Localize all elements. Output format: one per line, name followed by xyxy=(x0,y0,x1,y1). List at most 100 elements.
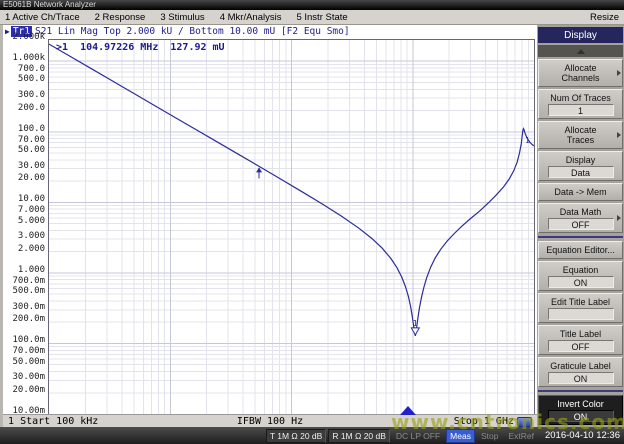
submenu-arrow-icon xyxy=(617,215,621,221)
softkey-invert-color[interactable]: Invert ColorON xyxy=(538,395,623,425)
softkey-allocate-traces[interactable]: AllocateTraces xyxy=(538,121,623,149)
resize-button[interactable]: Resize xyxy=(590,12,619,23)
softkey-label: Allocate xyxy=(564,125,596,135)
submenu-arrow-icon xyxy=(617,132,621,138)
softkey-label: Display xyxy=(566,155,596,165)
softkey-data-math[interactable]: Data MathOFF xyxy=(538,203,623,233)
status-t-1m-20-db: T 1M Ω 20 dB xyxy=(266,429,327,443)
softkey-label: Data -> Mem xyxy=(554,187,606,197)
trace-status-text: S21 Lin Mag Top 2.000 kU / Bottom 10.00 … xyxy=(35,26,350,37)
y-axis-tick-label: 200.0 xyxy=(3,104,45,113)
status-stop: Stop xyxy=(477,429,503,443)
softkey-data-mem[interactable]: Data -> Mem xyxy=(538,183,623,201)
softkey-value: OFF xyxy=(548,340,614,352)
softkey-label: Data Math xyxy=(560,207,602,217)
y-axis-tick-label: 10.00 xyxy=(3,195,45,204)
y-axis-tick-label: 30.00m xyxy=(3,373,45,382)
softkey-value: ON xyxy=(548,410,614,422)
softkey-label: Traces xyxy=(567,135,594,145)
softkey-value xyxy=(548,308,614,320)
plot-canvas: 11 xyxy=(49,40,534,414)
start-frequency: Start 100 kHz xyxy=(20,416,98,427)
window-title: E5061B Network Analyzer xyxy=(3,0,96,9)
softkey-value: ON xyxy=(548,276,614,288)
menu-items: 1 Active Ch/Trace 2 Response 3 Stimulus 4 M… xyxy=(5,12,348,23)
softkey-label: Graticule Label xyxy=(550,361,611,371)
y-axis-tick-label: 70.00m xyxy=(3,347,45,356)
softkey-value: Data xyxy=(548,166,614,178)
softkey-graticule-label[interactable]: Graticule LabelON xyxy=(538,357,623,387)
stimulus-bar: 1 Start 100 kHz IFBW 100 Hz Stop 1 GHz xyxy=(3,414,537,428)
softkey-sidebar: Display AllocateChannelsNum Of Traces1Al… xyxy=(537,25,624,428)
softkey-value: OFF xyxy=(548,218,614,230)
y-axis-tick-label: 200.0m xyxy=(3,315,45,324)
stop-frequency: Stop 1 GHz xyxy=(454,416,514,427)
status-r-1m-20-db: R 1M Ω 20 dB xyxy=(328,429,390,443)
y-axis-tick-label: 3.000 xyxy=(3,232,45,241)
network-analyzer-window: E5061B Network Analyzer 1 Active Ch/Trac… xyxy=(0,0,624,444)
plot-area[interactable]: 11 xyxy=(48,39,535,415)
menu-item[interactable]: 1 Active Ch/Trace xyxy=(5,12,80,23)
y-axis-tick-label: 5.000 xyxy=(3,217,45,226)
y-axis-tick-label: 500.0 xyxy=(3,75,45,84)
menu-item[interactable]: 2 Response xyxy=(95,12,146,23)
softkey-menu-title: Display xyxy=(538,27,623,43)
softkey-value: 1 xyxy=(548,104,614,116)
softkey-equation[interactable]: EquationON xyxy=(538,261,623,291)
graph-pane: ▶Tr1S21 Lin Mag Top 2.000 kU / Bottom 10… xyxy=(3,25,537,428)
softkey-edit-title-label[interactable]: Edit Title Label xyxy=(538,293,623,323)
softkey-num-of-traces[interactable]: Num Of Traces1 xyxy=(538,89,623,119)
softkey-buttons: AllocateChannelsNum Of Traces1AllocateTr… xyxy=(538,59,623,427)
y-axis-tick-label: 100.0 xyxy=(3,125,45,134)
y-axis-tick-label: 1.000k xyxy=(3,54,45,63)
trace-status-line[interactable]: ▶Tr1S21 Lin Mag Top 2.000 kU / Bottom 10… xyxy=(3,25,350,38)
y-axis-tick-label: 300.0m xyxy=(3,303,45,312)
softkey-scroll-up-button[interactable] xyxy=(538,45,623,57)
trace-number-label: 1 xyxy=(525,136,530,145)
menu-bar: 1 Active Ch/Trace 2 Response 3 Stimulus 4 M… xyxy=(0,10,624,25)
main-area: ▶Tr1S21 Lin Mag Top 2.000 kU / Bottom 10… xyxy=(0,25,624,428)
softkey-allocate-channels[interactable]: AllocateChannels xyxy=(538,59,623,87)
channel-number: 1 xyxy=(8,416,14,427)
y-axis-tick-label: 1.000 xyxy=(3,266,45,275)
datetime: 2016-04-10 12:36 xyxy=(545,430,620,441)
softkey-label: Equation Editor... xyxy=(546,245,615,255)
softkey-label: Edit Title Label xyxy=(551,297,610,307)
status-bar: T 1M Ω 20 dBR 1M Ω 20 dBDC LP OFFMeasSto… xyxy=(0,427,624,444)
y-axis-tick-label: 100.0m xyxy=(3,336,45,345)
softkey-display[interactable]: DisplayData xyxy=(538,151,623,181)
softkey-label: Allocate xyxy=(564,63,596,73)
softkey-label: Invert Color xyxy=(557,399,604,409)
softkey-label: Title Label xyxy=(560,329,601,339)
y-axis-tick-label: 300.0 xyxy=(3,91,45,100)
softkey-label: Num Of Traces xyxy=(550,93,611,103)
marker-readout: >1 104.97226 MHz 127.92 mU xyxy=(56,42,225,53)
submenu-arrow-icon xyxy=(617,70,621,76)
y-axis-tick-label: 30.00 xyxy=(3,162,45,171)
tray-icon xyxy=(517,417,532,427)
softkey-separator xyxy=(538,390,623,392)
y-axis-tick-label: 7.000 xyxy=(3,206,45,215)
y-axis-tick-label: 20.00m xyxy=(3,386,45,395)
marker-1-number: 1 xyxy=(413,319,418,328)
status-meas: Meas xyxy=(446,429,475,443)
y-axis-tick-label: 20.00 xyxy=(3,174,45,183)
menu-item[interactable]: 4 Mkr/Analysis xyxy=(220,12,282,23)
y-axis-tick-label: 700.0 xyxy=(3,65,45,74)
y-axis-tick-label: 50.00 xyxy=(3,146,45,155)
status-segments: T 1M Ω 20 dBR 1M Ω 20 dBDC LP OFFMeasSto… xyxy=(266,429,538,443)
softkey-equation-editor[interactable]: Equation Editor... xyxy=(538,241,623,259)
softkey-separator xyxy=(538,236,623,238)
window-titlebar[interactable]: E5061B Network Analyzer xyxy=(0,0,624,10)
menu-item[interactable]: 3 Stimulus xyxy=(160,12,204,23)
scroll-up-icon xyxy=(577,49,585,54)
ifbw-readout: IFBW 100 Hz xyxy=(237,416,303,427)
y-axis-tick-label: 700.0m xyxy=(3,277,45,286)
menu-item[interactable]: 5 Instr State xyxy=(296,12,347,23)
softkey-title-label[interactable]: Title LabelOFF xyxy=(538,325,623,355)
softkey-value: ON xyxy=(548,372,614,384)
marker-stimulus-indicator-icon xyxy=(400,406,416,415)
softkey-label: Equation xyxy=(563,265,599,275)
y-axis-tick-label: 2.000 xyxy=(3,245,45,254)
softkey-label: Channels xyxy=(561,73,599,83)
